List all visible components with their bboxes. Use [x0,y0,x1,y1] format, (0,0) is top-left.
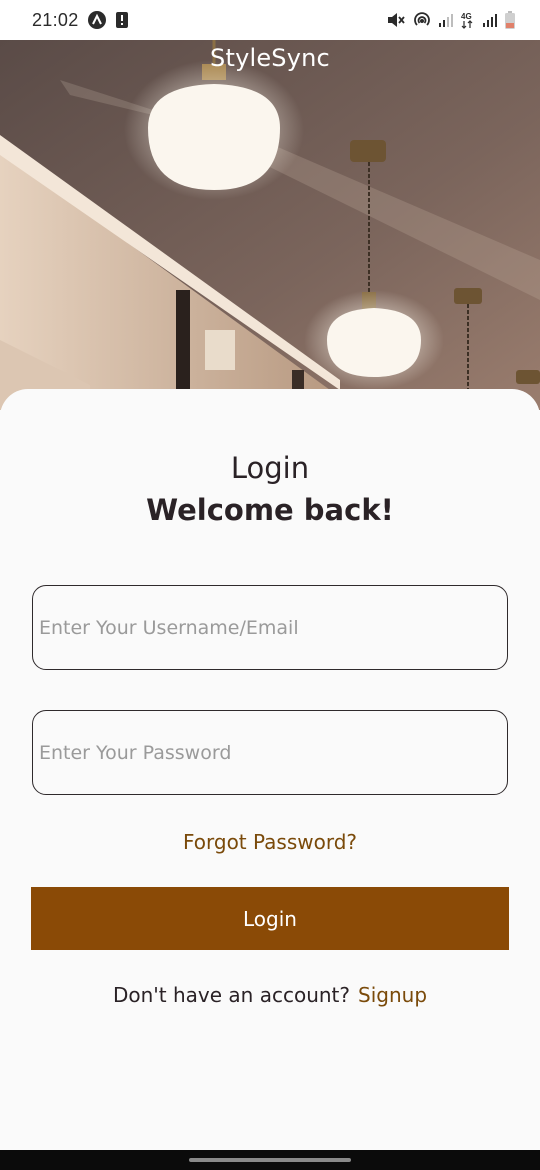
app-logo-icon [87,10,107,30]
network-4g-label: 4G [461,12,472,21]
username-input[interactable] [33,586,507,669]
password-field[interactable] [32,710,508,795]
battery-icon [504,10,516,30]
password-input[interactable] [33,711,507,794]
system-nav-bar [0,1150,540,1170]
status-time: 21:02 [32,9,79,30]
signup-row: Don't have an account? Signup [0,983,540,1007]
alert-icon [115,11,129,29]
home-indicator[interactable] [189,1158,351,1162]
signup-prompt: Don't have an account? [112,983,351,1007]
app-title: StyleSync [210,44,330,72]
signal-icon [438,12,454,28]
signup-link[interactable]: Signup [358,983,427,1007]
hero-image: StyleSync [0,40,540,410]
login-button[interactable]: Login [31,887,509,950]
network-4g-icon: 4G [460,11,476,29]
status-left: 21:02 [32,10,129,31]
hotspot-icon [412,11,432,29]
welcome-subtitle: Welcome back! [146,493,394,527]
forgot-password-link[interactable]: Forgot Password? [0,830,540,854]
status-right: 4G [386,10,516,30]
login-screen: 21:02 4G StyleSync Login Welcome back! E… [0,0,540,1170]
login-title: Login [230,451,310,485]
hero-illustration [0,40,540,410]
login-card: Login Welcome back! Forgot Password? Log… [0,389,540,1150]
username-field[interactable] [32,585,508,670]
signal-icon [482,12,498,28]
status-bar: 21:02 4G [0,0,540,40]
mute-icon [386,11,406,29]
